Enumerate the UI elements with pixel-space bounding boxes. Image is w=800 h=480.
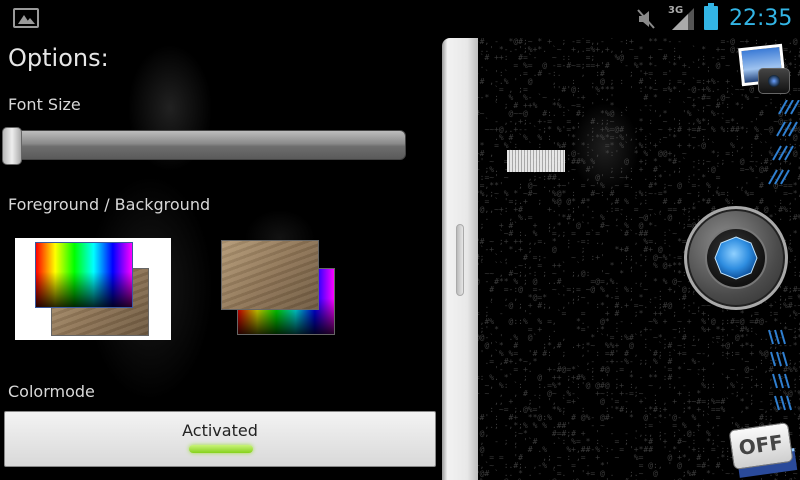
panel-divider-handle[interactable] <box>442 38 478 480</box>
status-bar: 3G 22:35 <box>0 0 800 38</box>
shutter-button[interactable] <box>684 206 788 310</box>
colormode-label: Colormode <box>8 382 95 401</box>
clock: 22:35 <box>729 6 793 31</box>
record-toggle-label: OFF <box>737 430 785 460</box>
options-panel: Options: Font Size Foreground / Backgrou… <box>0 38 442 480</box>
record-toggle-button[interactable]: OFF <box>728 422 794 470</box>
font-size-slider[interactable] <box>4 130 406 160</box>
color-scheme-option-rainbow-on-wood[interactable] <box>15 238 171 340</box>
shutter-icon <box>714 236 758 280</box>
muted-speaker-icon <box>637 9 655 29</box>
gallery-camera-icon[interactable] <box>738 43 790 96</box>
preview-figure <box>560 98 650 228</box>
preview-highlight <box>507 150 565 172</box>
font-size-slider-thumb[interactable] <box>2 127 22 165</box>
wood-foreground-swatch <box>221 240 319 310</box>
colormode-button-label: Activated <box>182 421 258 440</box>
rainbow-foreground-swatch <box>35 242 133 308</box>
signal-3g-icon <box>672 8 694 30</box>
colormode-toggle-button[interactable]: Activated <box>4 411 436 467</box>
colormode-active-indicator <box>189 445 253 453</box>
camera-icon <box>758 68 790 94</box>
options-title: Options: <box>8 44 109 72</box>
fg-bg-label: Foreground / Background <box>8 195 211 214</box>
image-notification-icon <box>13 8 39 28</box>
battery-icon <box>704 3 718 30</box>
font-size-label: Font Size <box>8 95 81 114</box>
divider-grip-icon[interactable] <box>456 224 464 296</box>
color-scheme-option-wood-on-rainbow[interactable] <box>218 238 374 340</box>
